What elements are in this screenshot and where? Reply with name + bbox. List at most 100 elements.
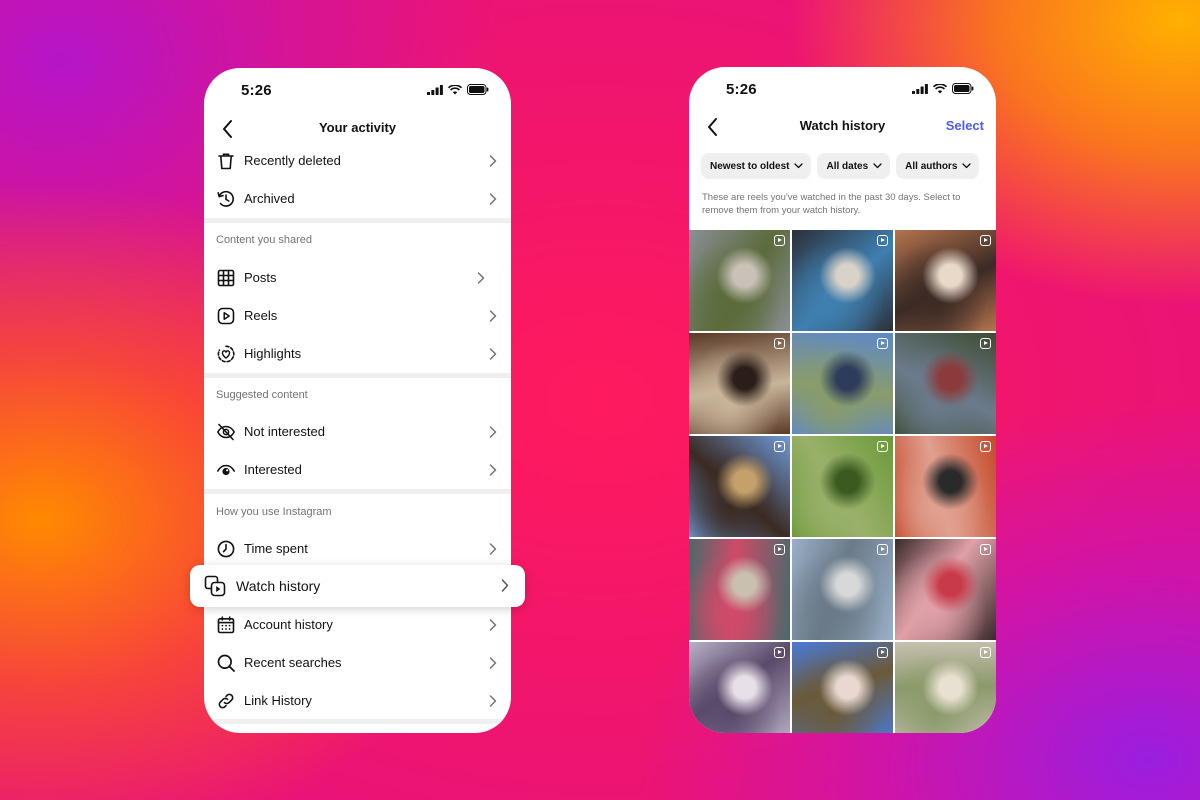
list-item-label: Link History <box>244 693 312 708</box>
reel-thumbnail[interactable] <box>689 642 790 733</box>
section-divider <box>204 489 511 494</box>
reel-thumbnail[interactable] <box>689 539 790 640</box>
status-time: 5:26 <box>726 81 757 98</box>
page-title: Your activity <box>318 120 397 135</box>
reel-thumbnail[interactable] <box>792 230 893 331</box>
list-item-label: Interested <box>244 462 302 477</box>
reel-badge-icon <box>980 441 991 452</box>
list-item-recent-searches[interactable]: Recent searches <box>204 644 511 682</box>
reel-badge-icon <box>980 647 991 658</box>
reel-thumbnail[interactable] <box>689 230 790 331</box>
archive-icon <box>217 190 234 207</box>
link-icon <box>218 693 234 709</box>
reel-thumbnail[interactable] <box>792 539 893 640</box>
highlights-icon <box>217 345 235 363</box>
section-title-suggested-content: Suggested content <box>216 389 308 401</box>
reel-thumbnail[interactable] <box>689 436 790 537</box>
info-text: These are reels you've watched in the pa… <box>702 192 961 216</box>
status-time: 5:26 <box>241 82 272 99</box>
list-item-archived[interactable]: Archived <box>204 180 511 218</box>
list-item-label: Account history <box>244 617 333 632</box>
select-button[interactable]: Select <box>946 118 984 133</box>
wifi-icon <box>448 84 462 94</box>
chevron-right-icon <box>489 619 497 631</box>
reel-thumbnail[interactable] <box>792 436 893 537</box>
filter-label: Newest to oldest <box>710 160 790 172</box>
status-icons <box>427 84 489 95</box>
chevron-right-icon <box>489 155 497 167</box>
section-divider <box>204 719 511 724</box>
filter-bar: Newest to oldest All dates All authors <box>701 153 980 179</box>
reel-thumbnail[interactable] <box>792 333 893 434</box>
list-item-time-spent[interactable]: Time spent <box>204 530 511 568</box>
signal-icon <box>427 84 443 95</box>
battery-icon <box>467 84 489 95</box>
reels-icon <box>217 307 235 325</box>
reel-grid <box>689 230 996 733</box>
section-title-content-shared: Content you shared <box>216 234 313 246</box>
status-icons <box>912 83 974 94</box>
trash-icon <box>218 153 234 170</box>
list-item-highlights[interactable]: Highlights <box>204 335 511 373</box>
section-divider <box>204 373 511 378</box>
reel-badge-icon <box>877 647 888 658</box>
reel-thumbnail[interactable] <box>895 642 996 733</box>
list-item-not-interested[interactable]: Not interested <box>204 413 511 451</box>
list-item-recently-deleted[interactable]: Recently deleted <box>204 142 511 180</box>
list-item-posts[interactable]: Posts <box>204 259 511 297</box>
section-title-how-you-use: How you use Instagram <box>216 506 332 518</box>
filter-label: All authors <box>905 160 958 172</box>
reel-badge-icon <box>774 647 785 658</box>
list-item-label: Archived <box>244 191 295 206</box>
status-bar: 5:26 <box>689 67 996 111</box>
reel-badge-icon <box>877 441 888 452</box>
chevron-right-icon <box>489 193 497 205</box>
list-item-label: Not interested <box>244 424 325 439</box>
list-item-account-history[interactable]: Account history <box>204 606 511 644</box>
chevron-right-icon <box>489 464 497 476</box>
chevron-right-icon <box>489 543 497 555</box>
status-bar: 5:26 <box>204 68 511 112</box>
chevron-right-icon <box>489 348 497 360</box>
chevron-right-icon <box>489 310 497 322</box>
reel-thumbnail[interactable] <box>895 230 996 331</box>
filter-sort-dropdown[interactable]: Newest to oldest <box>701 153 812 179</box>
chevron-down-icon <box>873 163 882 169</box>
chevron-right-icon <box>489 695 497 707</box>
reel-badge-icon <box>774 235 785 246</box>
reel-badge-icon <box>980 338 991 349</box>
reel-badge-icon <box>774 441 785 452</box>
reel-thumbnail[interactable] <box>689 333 790 434</box>
reel-badge-icon <box>774 544 785 555</box>
reel-badge-icon <box>877 235 888 246</box>
search-icon <box>217 654 235 672</box>
reel-thumbnail[interactable] <box>895 539 996 640</box>
list-item-label: Reels <box>244 308 278 323</box>
watch-history-screen: 5:26 Watch history Select Newest to olde… <box>689 67 996 733</box>
reel-thumbnail[interactable] <box>792 642 893 733</box>
chevron-down-icon <box>962 163 972 169</box>
battery-icon <box>952 83 974 94</box>
reel-thumbnail[interactable] <box>895 333 996 434</box>
chevron-down-icon <box>794 163 804 169</box>
grid-icon <box>217 269 235 287</box>
list-item-label: Highlights <box>244 346 302 361</box>
list-item-label: Posts <box>244 270 277 285</box>
list-item-reels[interactable]: Reels <box>204 297 511 335</box>
chevron-right-icon <box>477 272 485 284</box>
calendar-icon <box>217 616 235 634</box>
list-item-link-history[interactable]: Link History <box>204 682 511 720</box>
chevron-right-icon <box>489 657 497 669</box>
reel-thumbnail[interactable] <box>895 436 996 537</box>
eye-icon <box>217 464 235 476</box>
reel-badge-icon <box>877 338 888 349</box>
filter-dates-dropdown[interactable]: All dates <box>817 153 891 179</box>
filter-authors-dropdown[interactable]: All authors <box>896 153 980 179</box>
reel-badge-icon <box>877 544 888 555</box>
signal-icon <box>912 83 928 94</box>
list-item-watch-history[interactable]: Watch history <box>190 565 525 607</box>
filter-label: All dates <box>826 160 869 172</box>
nav-header: Your activity <box>204 114 511 144</box>
list-item-label: Time spent <box>244 541 308 556</box>
list-item-interested[interactable]: Interested <box>204 451 511 489</box>
